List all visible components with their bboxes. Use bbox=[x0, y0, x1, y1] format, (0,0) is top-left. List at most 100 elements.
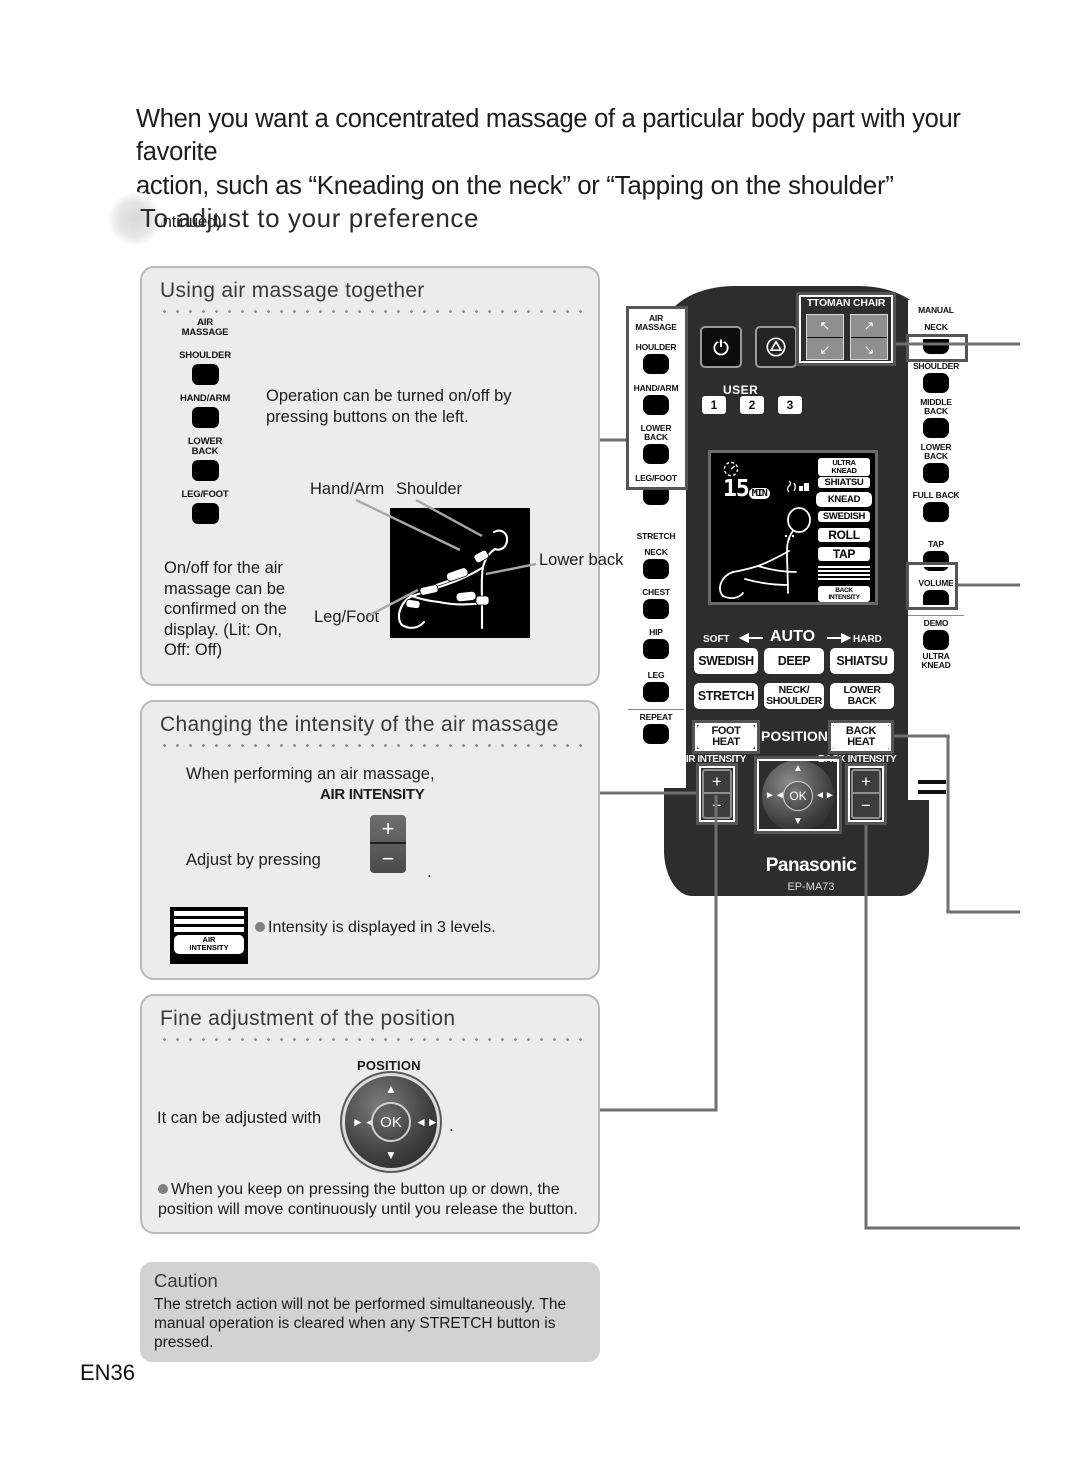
lcd-tag-ultra-knead: ULTRA KNEAD bbox=[818, 458, 870, 476]
shoulder-button[interactable] bbox=[191, 364, 219, 385]
remote-manual-shoulder-button[interactable] bbox=[923, 373, 949, 393]
highlight-back-heat bbox=[828, 720, 894, 754]
user-button-1[interactable]: 1 bbox=[702, 396, 726, 414]
remote-stretch-neck-button[interactable] bbox=[643, 559, 669, 579]
intensity-bar-1 bbox=[174, 911, 244, 916]
remote-manual-middle-back-button[interactable] bbox=[923, 418, 949, 438]
highlight-position-dpad bbox=[754, 756, 842, 834]
lower-back-label-line2: BACK bbox=[191, 446, 219, 457]
program-deep-button[interactable]: DEEP bbox=[764, 648, 824, 674]
callout-lower-back: Lower back bbox=[539, 551, 624, 569]
text-three-levels: Intensity is displayed in 3 levels. bbox=[255, 919, 496, 937]
remote-stretch-chest[interactable]: CHEST bbox=[628, 588, 684, 619]
remote-stretch-neck[interactable]: NECK bbox=[628, 548, 684, 579]
hard-label: HARD bbox=[853, 634, 882, 645]
remote-stretch-chest-button[interactable] bbox=[643, 599, 669, 619]
position-caption: POSITION bbox=[357, 1058, 421, 1073]
shoulder-label: SHOULDER bbox=[179, 350, 231, 361]
highlight-tap-key bbox=[906, 562, 958, 610]
heading-quote-1: “Kneading on the neck” bbox=[308, 170, 571, 200]
text-keep-pressing: When you keep on pressing the button up … bbox=[158, 1181, 578, 1218]
card-air-title: Using air massage together bbox=[160, 279, 425, 302]
air-intensity-icon-tag: AIR INTENSITY bbox=[174, 935, 244, 954]
remote-stretch-header: STRETCH bbox=[636, 531, 676, 541]
dpad-right-icon[interactable]: ◄► bbox=[415, 1115, 439, 1129]
highlight-ottoman-chair bbox=[796, 292, 896, 366]
highlight-air-intensity bbox=[696, 763, 738, 825]
caution-body: The stretch action will not be performed… bbox=[154, 1296, 567, 1351]
highlight-air-massage-group bbox=[626, 306, 688, 490]
lcd-tag-roll: ROLL bbox=[818, 528, 870, 542]
heading-quote-2: “Tapping on the shoulder” bbox=[606, 170, 894, 200]
remote-stretch-leg-button[interactable] bbox=[643, 682, 669, 702]
bullet-dot bbox=[255, 922, 265, 932]
leg-foot-button[interactable] bbox=[191, 503, 219, 524]
dpad-up-icon[interactable]: ▲ bbox=[385, 1082, 397, 1096]
remote-manual-demo[interactable]: DEMO bbox=[908, 615, 964, 650]
caution-title: Caution bbox=[154, 1270, 218, 1291]
position-dpad[interactable]: ▲ ▼ ►◄ ◄► OK bbox=[345, 1076, 439, 1168]
dotted-divider bbox=[158, 1038, 582, 1041]
page-title: To adjust to your preference bbox=[140, 203, 480, 233]
lcd-tag-shiatsu: SHIATSU bbox=[818, 477, 870, 488]
intensity-bar-3 bbox=[174, 927, 244, 932]
remote-manual-middle-back[interactable]: MIDDLE BACK bbox=[908, 398, 964, 438]
program-neck-shoulder-button[interactable]: NECK/SHOULDER bbox=[764, 683, 824, 709]
program-swedish-button[interactable]: SWEDISH bbox=[694, 648, 758, 674]
air-intensity-caption: AIR INTENSITY bbox=[320, 786, 425, 803]
lcd-back-intensity-bars bbox=[818, 566, 870, 582]
plus-icon[interactable]: + bbox=[370, 815, 406, 844]
remote-stretch-repeat-button[interactable] bbox=[643, 724, 669, 744]
user-button-2[interactable]: 2 bbox=[740, 396, 764, 414]
remote-manual-demo-button[interactable] bbox=[923, 630, 949, 650]
callout-hand-arm: Hand/Arm bbox=[310, 480, 385, 498]
lcd-tag-knead: KNEAD bbox=[818, 494, 870, 505]
remote-stretch-leg[interactable]: LEG bbox=[628, 671, 684, 702]
text-adjust-by-pressing: Adjust by pressing bbox=[186, 851, 321, 869]
remote-manual-lower-back-button[interactable] bbox=[923, 463, 949, 483]
card-intensity-title: Changing the intensity of the air massag… bbox=[160, 713, 559, 736]
lcd-body-figure-icon bbox=[719, 507, 811, 600]
equals-mark-top bbox=[918, 780, 946, 784]
stop-button[interactable] bbox=[755, 326, 797, 368]
model-number: EP-MA73 bbox=[787, 881, 835, 893]
user-label: USER bbox=[723, 383, 759, 397]
chair-illustration bbox=[390, 508, 530, 638]
heading-line-2-prefix: action, such as bbox=[136, 172, 309, 200]
remote-manual-shoulder[interactable]: SHOULDER bbox=[908, 362, 964, 393]
minus-icon[interactable]: − bbox=[370, 844, 406, 873]
program-stretch-button[interactable]: STRETCH bbox=[694, 683, 758, 709]
user-button-3[interactable]: 3 bbox=[778, 396, 802, 414]
highlight-back-intensity bbox=[845, 763, 887, 825]
dpad-down-icon[interactable]: ▼ bbox=[385, 1148, 397, 1162]
remote-stretch-repeat[interactable]: REPEAT bbox=[628, 709, 684, 744]
heading-line-1: When you want a concentrated massage of … bbox=[136, 105, 961, 166]
hand-arm-label: HAND/ARM bbox=[179, 393, 231, 404]
text-onoff-display: On/off for the air massage can be confir… bbox=[164, 559, 287, 659]
program-shiatsu-button[interactable]: SHIATSU bbox=[830, 648, 894, 674]
clock-icon bbox=[723, 461, 739, 477]
program-lower-back-button[interactable]: LOWER BACK bbox=[830, 683, 894, 709]
card-using-air-massage: Using air massage together AIR MASSAGE S… bbox=[140, 266, 623, 686]
air-intensity-plus-minus-button[interactable]: + − bbox=[370, 815, 406, 873]
power-button[interactable] bbox=[700, 326, 742, 368]
remote-manual-lower-back[interactable]: LOWER BACK bbox=[908, 443, 964, 483]
lower-back-button[interactable] bbox=[191, 460, 219, 481]
leg-foot-label: LEG/FOOT bbox=[181, 489, 229, 500]
caution-box: Caution The stretch action will not be p… bbox=[140, 1262, 600, 1362]
air-intensity-display-icon: AIR INTENSITY bbox=[170, 907, 248, 964]
remote-stretch-hip[interactable]: HIP bbox=[628, 628, 684, 659]
dpad-ok-button[interactable]: OK bbox=[371, 1102, 411, 1142]
card-air-intensity: Changing the intensity of the air massag… bbox=[140, 700, 600, 980]
page-number: EN36 bbox=[80, 1360, 136, 1385]
heading-line-2-mid: or bbox=[570, 172, 607, 200]
dotted-divider bbox=[158, 744, 582, 747]
air-massage-button-column: AIR MASSAGE SHOULDER HAND/ARM LOWER BACK… bbox=[164, 318, 246, 533]
remote-manual-full-back-button[interactable] bbox=[923, 502, 949, 522]
lcd-timer-value: 15 bbox=[723, 476, 750, 502]
remote-manual-full-back[interactable]: FULL BACK bbox=[908, 491, 964, 522]
power-icon bbox=[713, 338, 729, 356]
remote-manual-strip: MANUAL NECK SHOULDER MIDDLE BACK LOWER B… bbox=[908, 300, 966, 800]
remote-stretch-hip-button[interactable] bbox=[643, 639, 669, 659]
hand-arm-button[interactable] bbox=[191, 407, 219, 428]
